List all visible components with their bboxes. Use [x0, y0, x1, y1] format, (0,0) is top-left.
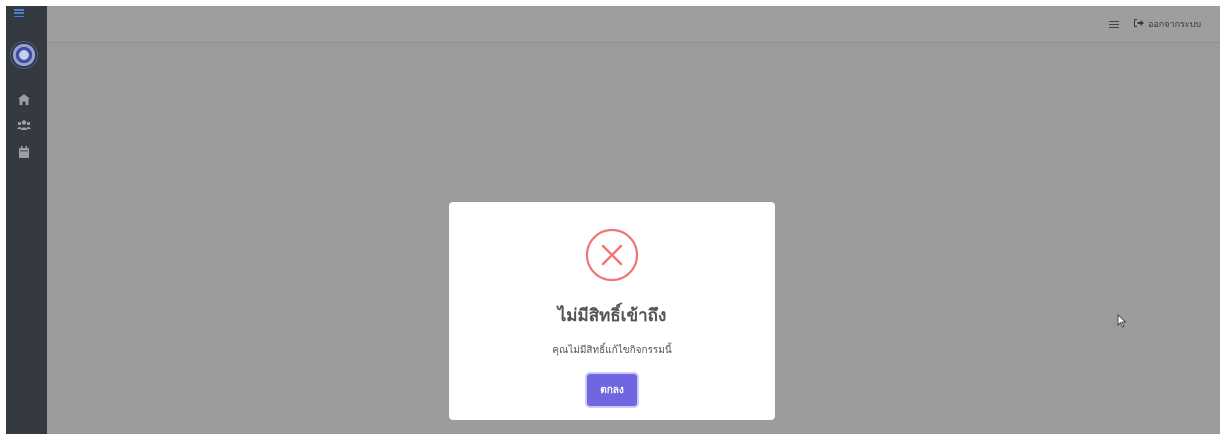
- app-window: ออกจากระบบ ไม่มีสิทธิ์เข้าถึง คุณไม่มีสิ…: [0, 0, 1220, 434]
- calendar-icon[interactable]: [16, 146, 32, 158]
- top-navbar: ออกจากระบบ: [47, 6, 1220, 43]
- access-denied-dialog: ไม่มีสิทธิ์เข้าถึง คุณไม่มีสิทธิ์แก้ไขกิ…: [449, 202, 775, 420]
- sidebar: [6, 6, 47, 434]
- users-icon[interactable]: [16, 120, 32, 132]
- logout-label: ออกจากระบบ: [1148, 20, 1202, 30]
- logo[interactable]: [11, 42, 37, 68]
- dialog-message: คุณไม่มีสิทธิ์แก้ไขกิจกรรมนี้: [552, 345, 672, 356]
- sign-out-icon: [1134, 18, 1144, 30]
- logout-link[interactable]: ออกจากระบบ: [1134, 17, 1201, 31]
- home-icon[interactable]: [16, 94, 32, 106]
- hamburger-icon[interactable]: [1109, 21, 1119, 28]
- mouse-cursor-icon: [1117, 314, 1127, 328]
- error-x-icon: [585, 228, 639, 282]
- sidebar-toggle-icon[interactable]: [14, 9, 24, 17]
- confirm-button[interactable]: ตกลง: [587, 374, 637, 406]
- dialog-title: ไม่มีสิทธิ์เข้าถึง: [557, 306, 667, 326]
